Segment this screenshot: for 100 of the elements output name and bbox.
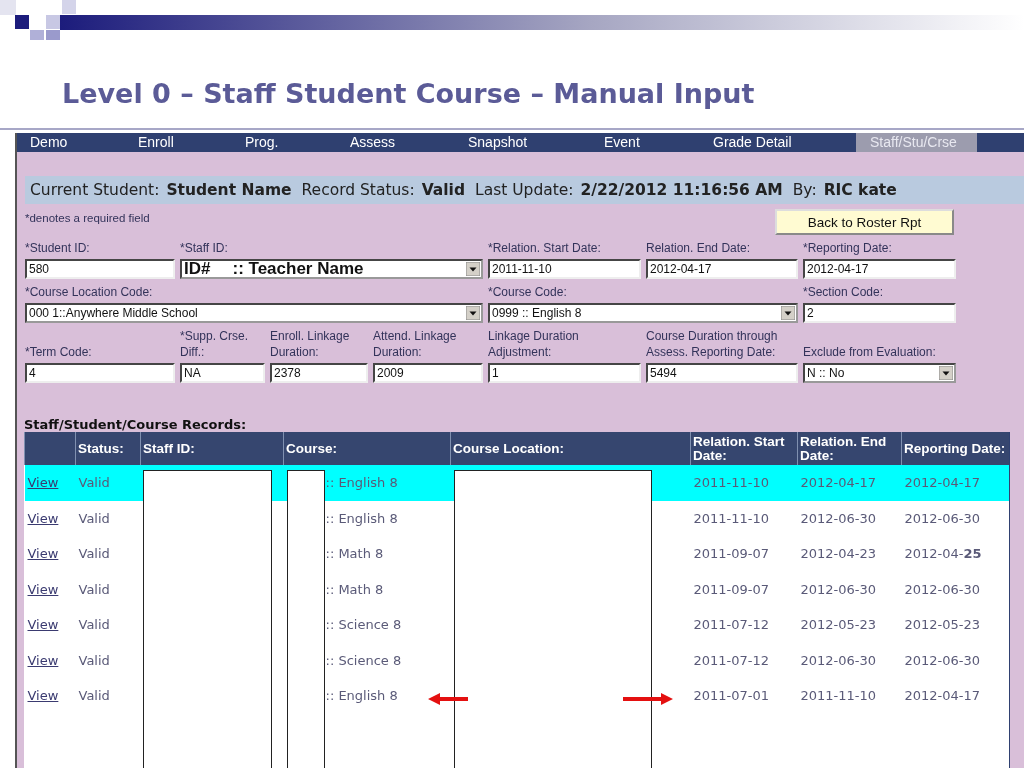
input-field[interactable]: 4 [25,363,175,383]
field-label: *Relation. Start Date: [488,240,602,256]
status-cell-text: Valid [77,651,111,670]
date-cell-text: 2012-06-30 [799,580,878,599]
nav-tab[interactable]: Snapshot [455,133,591,152]
view-link[interactable]: View [27,546,59,562]
info-label: Record Status: [301,181,415,199]
field-label: *Staff ID: [180,240,229,256]
input-field[interactable]: 2378 [270,363,368,383]
column-header: Status: [75,432,141,465]
dropdown-field[interactable]: 0999 :: English 8 [488,303,798,323]
date-cell: 2012-06-30 [901,500,1009,536]
date-cell-text: 2011-07-01 [692,687,771,706]
view-link[interactable]: View [27,510,59,526]
info-label: Current Student: [30,181,160,199]
input-field[interactable]: 2011-11-10 [488,259,641,279]
course-text: :: English 8 [325,510,398,526]
field-label: *Course Location Code: [25,284,154,300]
view-link[interactable]: View [27,617,59,633]
view-link[interactable]: View [27,688,59,704]
field-label: Attend. Linkage Duration: [373,328,458,360]
field-label: *Section Code: [803,284,885,300]
status-cell-text: Valid [77,687,111,706]
field-label: Relation. End Date: [646,240,752,256]
column-header: Relation. Start Date: [690,432,798,465]
date-cell-text: 2011-09-07 [692,545,771,564]
column-header: Course: [283,432,451,465]
field-label: Enroll. Linkage Duration: [270,328,351,360]
field-label: Linkage Duration Adjustment: [488,328,580,360]
input-field[interactable]: 2012-04-17 [803,259,956,279]
date-cell-text: 2011-11-10 [799,687,878,706]
field-label: *Student ID: [25,240,91,256]
info-value: 2/22/2012 11:16:56 AM [580,181,783,199]
nav-tab[interactable]: Enroll [125,133,232,152]
info-label: Last Update: [475,181,574,199]
date-cell-text: 2012-06-30 [799,651,878,670]
date-cell-text: 2012-04-25 [903,545,983,564]
input-field[interactable]: 2 [803,303,956,323]
input-field[interactable]: 2012-04-17 [646,259,798,279]
field-label: *Supp. Crse. Diff.: [180,328,250,360]
info-label: By: [792,181,817,199]
column-header: Course Location: [450,432,691,465]
nav-tab[interactable]: Demo [17,133,125,152]
status-cell: Valid [75,465,141,501]
field-label: *Term Code: [25,344,93,360]
date-cell: 2012-06-30 [797,500,902,536]
date-cell-text: 2012-05-23 [799,616,878,635]
date-cell: 2011-11-10 [690,500,798,536]
date-cell-text: 2011-07-12 [692,616,771,635]
date-cell-text: 2012-04-23 [799,545,878,564]
view-link[interactable]: View [27,581,59,597]
dropdown-arrow-icon[interactable] [466,306,480,320]
date-cell-text: 2011-07-12 [692,651,771,670]
info-value: RIC kate [823,181,897,199]
dropdown-arrow-icon[interactable] [939,366,953,380]
info-value: Valid [421,181,465,199]
records-title: Staff/Student/Course Records: [24,417,248,432]
required-note: *denotes a required field [25,212,150,224]
nav-tab[interactable]: Event [591,133,700,152]
column-header: Relation. End Date: [797,432,902,465]
date-cell: 2012-04-17 [901,465,1009,501]
dropdown-arrow-icon[interactable] [781,306,795,320]
input-field[interactable]: 580 [25,259,175,279]
course-text: :: English 8 [325,688,398,704]
course-text: :: Science 8 [325,617,402,633]
dropdown-field[interactable]: N :: No [803,363,956,383]
date-cell: 2012-04-17 [797,465,902,501]
input-field[interactable]: 5494 [646,363,798,383]
column-header: Reporting Date: [901,432,1009,465]
view-link[interactable]: View [27,652,59,668]
course-text: :: Math 8 [325,581,384,597]
status-cell-text: Valid [77,580,111,599]
course-text: :: Math 8 [325,546,384,562]
input-field[interactable]: 2009 [373,363,483,383]
dropdown-arrow-icon[interactable] [466,262,480,276]
date-cell-text: 2012-06-30 [903,580,982,599]
back-to-roster-button[interactable]: Back to Roster Rpt [775,209,954,235]
staff-dropdown[interactable]: ID# :: Teacher Name [180,259,483,279]
field-label: *Course Code: [488,284,568,300]
date-cell-text: 2011-09-07 [692,580,771,599]
nav-tab[interactable]: Assess [337,133,455,152]
course-text: :: Science 8 [325,652,402,668]
status-cell-text: Valid [77,545,111,564]
left-arrow-icon [428,693,468,705]
field-label: *Reporting Date: [803,240,893,256]
date-cell: 2011-11-10 [690,465,798,501]
nav-tab[interactable]: Grade Detail [700,133,842,152]
status-cell: Valid [75,500,141,536]
column-header: Staff ID: [140,432,284,465]
field-label: Course Duration through Assess. Reporting Date: [646,328,779,360]
input-field[interactable]: NA [180,363,265,383]
slide-title: Level 0 – Staff Student Course – Manual Input [62,77,756,111]
dropdown-field[interactable]: 000 1::Anywhere Middle School [25,303,483,323]
nav-tab[interactable]: Prog. [232,133,337,152]
date-cell-text: 2012-05-23 [903,616,982,635]
input-field[interactable]: 1 [488,363,641,383]
date-cell-text: 2012-04-17 [903,687,982,706]
course-text: :: English 8 [325,475,398,491]
view-link[interactable]: View [27,475,59,491]
field-label: Exclude from Evaluation: [803,344,937,360]
